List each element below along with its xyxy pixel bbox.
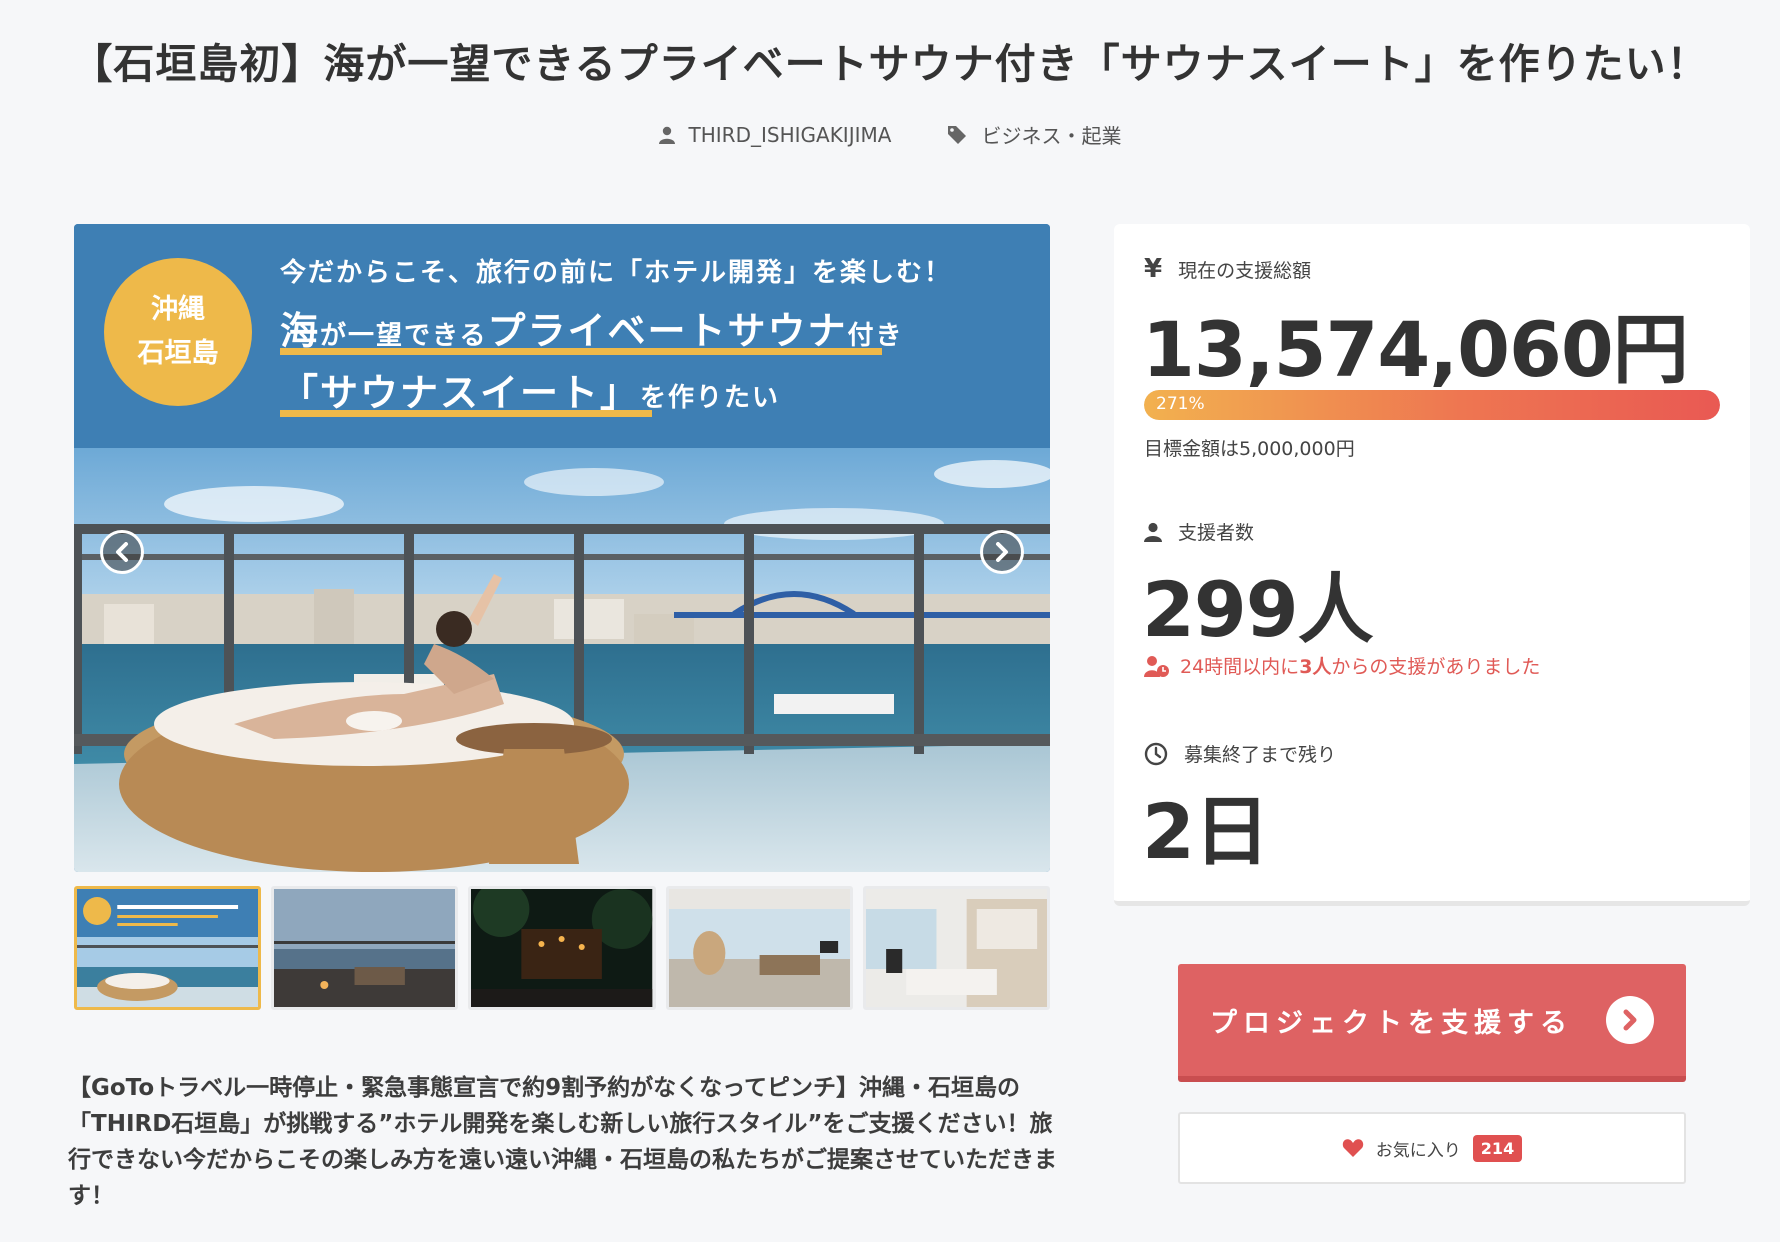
remaining-value: 2日 xyxy=(1142,787,1270,876)
headline-part: が一望できる xyxy=(320,321,488,351)
page-title: 【石垣島初】海が一望できるプライベートサウナ付き「サウナスイート」を作りたい！ xyxy=(71,40,1709,88)
heart-icon xyxy=(1342,1139,1363,1157)
clock-icon xyxy=(1144,742,1168,765)
prev-slide-button[interactable] xyxy=(100,530,144,574)
headline-underline xyxy=(280,348,882,355)
tag-icon xyxy=(948,125,967,144)
supporters-label-row: 支援者数 xyxy=(1144,518,1254,545)
progress-fill xyxy=(1144,390,1720,420)
amount-label: 現在の支援総額 xyxy=(1178,259,1312,282)
supporters-value: 299人 xyxy=(1142,565,1374,654)
thumbnail-strip xyxy=(74,886,1051,1010)
location-badge: 沖縄 石垣島 xyxy=(104,258,252,406)
next-slide-button[interactable] xyxy=(980,530,1024,574)
progress-percent: 271% xyxy=(1156,394,1205,414)
recent-count: 3人 xyxy=(1299,656,1332,678)
hero-headline-1: 海が一望できるプライベートサウナ付き xyxy=(280,300,904,355)
project-description: 【GoToトラベル一時停止・緊急事態宣言で約9割予約がなくなってピンチ】沖縄・石… xyxy=(68,1075,1057,1209)
headline-underline xyxy=(280,410,652,417)
thumbnail-5[interactable] xyxy=(862,886,1051,1010)
remaining-label: 募集終了まで残り xyxy=(1184,744,1337,766)
thumbnail-image xyxy=(274,889,456,1007)
support-project-button[interactable]: プロジェクトを支援する xyxy=(1178,964,1686,1082)
recent-support-text: 24時間以内に3人からの支援がありました xyxy=(1180,652,1540,679)
thumbnail-2[interactable] xyxy=(271,886,459,1010)
recent-pre: 24時間以内に xyxy=(1180,656,1300,678)
chevron-left-icon xyxy=(116,542,128,562)
project-page: 【石垣島初】海が一望できるプライベートサウナ付き「サウナスイート」を作りたい！ … xyxy=(0,0,1780,1242)
headline-part: 「サウナスイート」 xyxy=(280,371,641,415)
goal-amount: 目標金額は5,000,000円 xyxy=(1144,438,1355,460)
yen-icon: ¥ xyxy=(1144,254,1163,284)
hero-headline-2: 「サウナスイート」を作りたい xyxy=(280,362,780,417)
badge-line-1: 沖縄 xyxy=(151,294,205,325)
support-button-label: プロジェクトを支援する xyxy=(1210,1007,1573,1039)
category-name: ビジネス・起業 xyxy=(981,124,1122,148)
owner-link[interactable]: THIRD_ISHIGAKIJIMA xyxy=(658,120,892,149)
user-icon xyxy=(1144,522,1162,542)
favorite-count-badge: 214 xyxy=(1472,1134,1523,1162)
thumbnail-3[interactable] xyxy=(468,886,656,1010)
thumbnail-image xyxy=(668,889,850,1007)
project-meta: THIRD_ISHIGAKIJIMA ビジネス・起業 xyxy=(0,120,1780,149)
funding-stats-card: ¥ 現在の支援総額 13,574,060円 271% 目標金額は5,000,00… xyxy=(1114,224,1750,906)
badge-line-2: 石垣島 xyxy=(137,338,219,369)
user-icon xyxy=(658,126,675,144)
remaining-label-row: 募集終了まで残り xyxy=(1144,740,1336,767)
funding-progress-bar: 271% xyxy=(1144,390,1720,420)
headline-part: 付き xyxy=(847,321,904,351)
thumbnail-image xyxy=(471,889,653,1007)
thumbnail-4[interactable] xyxy=(665,886,853,1010)
hero-tagline: 今だからこそ、旅行の前に「ホテル開発」を楽しむ！ xyxy=(280,258,953,288)
hero-slideshow[interactable]: 沖縄 石垣島 今だからこそ、旅行の前に「ホテル開発」を楽しむ！ 海が一望できるプ… xyxy=(74,224,1050,872)
thumbnail-image xyxy=(865,889,1048,1007)
thumbnail-1[interactable] xyxy=(74,886,262,1010)
recent-support-notice: 24時間以内に3人からの支援がありました xyxy=(1144,652,1540,679)
favorite-label: お気に入り xyxy=(1375,1140,1461,1161)
amount-value: 13,574,060円 xyxy=(1142,305,1689,394)
user-clock-icon xyxy=(1144,655,1169,677)
owner-name: THIRD_ISHIGAKIJIMA xyxy=(688,122,892,147)
category-link[interactable]: ビジネス・起業 xyxy=(947,120,1121,149)
headline-part: プライベートサウナ xyxy=(487,309,848,353)
headline-part: 海 xyxy=(280,309,321,353)
thumbnail-image xyxy=(77,889,259,1007)
chevron-right-icon xyxy=(996,542,1008,562)
amount-label-row: ¥ 現在の支援総額 xyxy=(1144,254,1311,284)
headline-part: を作りたい xyxy=(640,383,781,413)
favorite-button[interactable]: お気に入り 214 xyxy=(1178,1112,1686,1184)
hero-banner: 沖縄 石垣島 今だからこそ、旅行の前に「ホテル開発」を楽しむ！ 海が一望できるプ… xyxy=(74,224,1050,448)
recent-post: からの支援がありました xyxy=(1331,656,1541,678)
chevron-right-circle-icon xyxy=(1606,996,1654,1044)
supporters-label: 支援者数 xyxy=(1178,522,1255,544)
